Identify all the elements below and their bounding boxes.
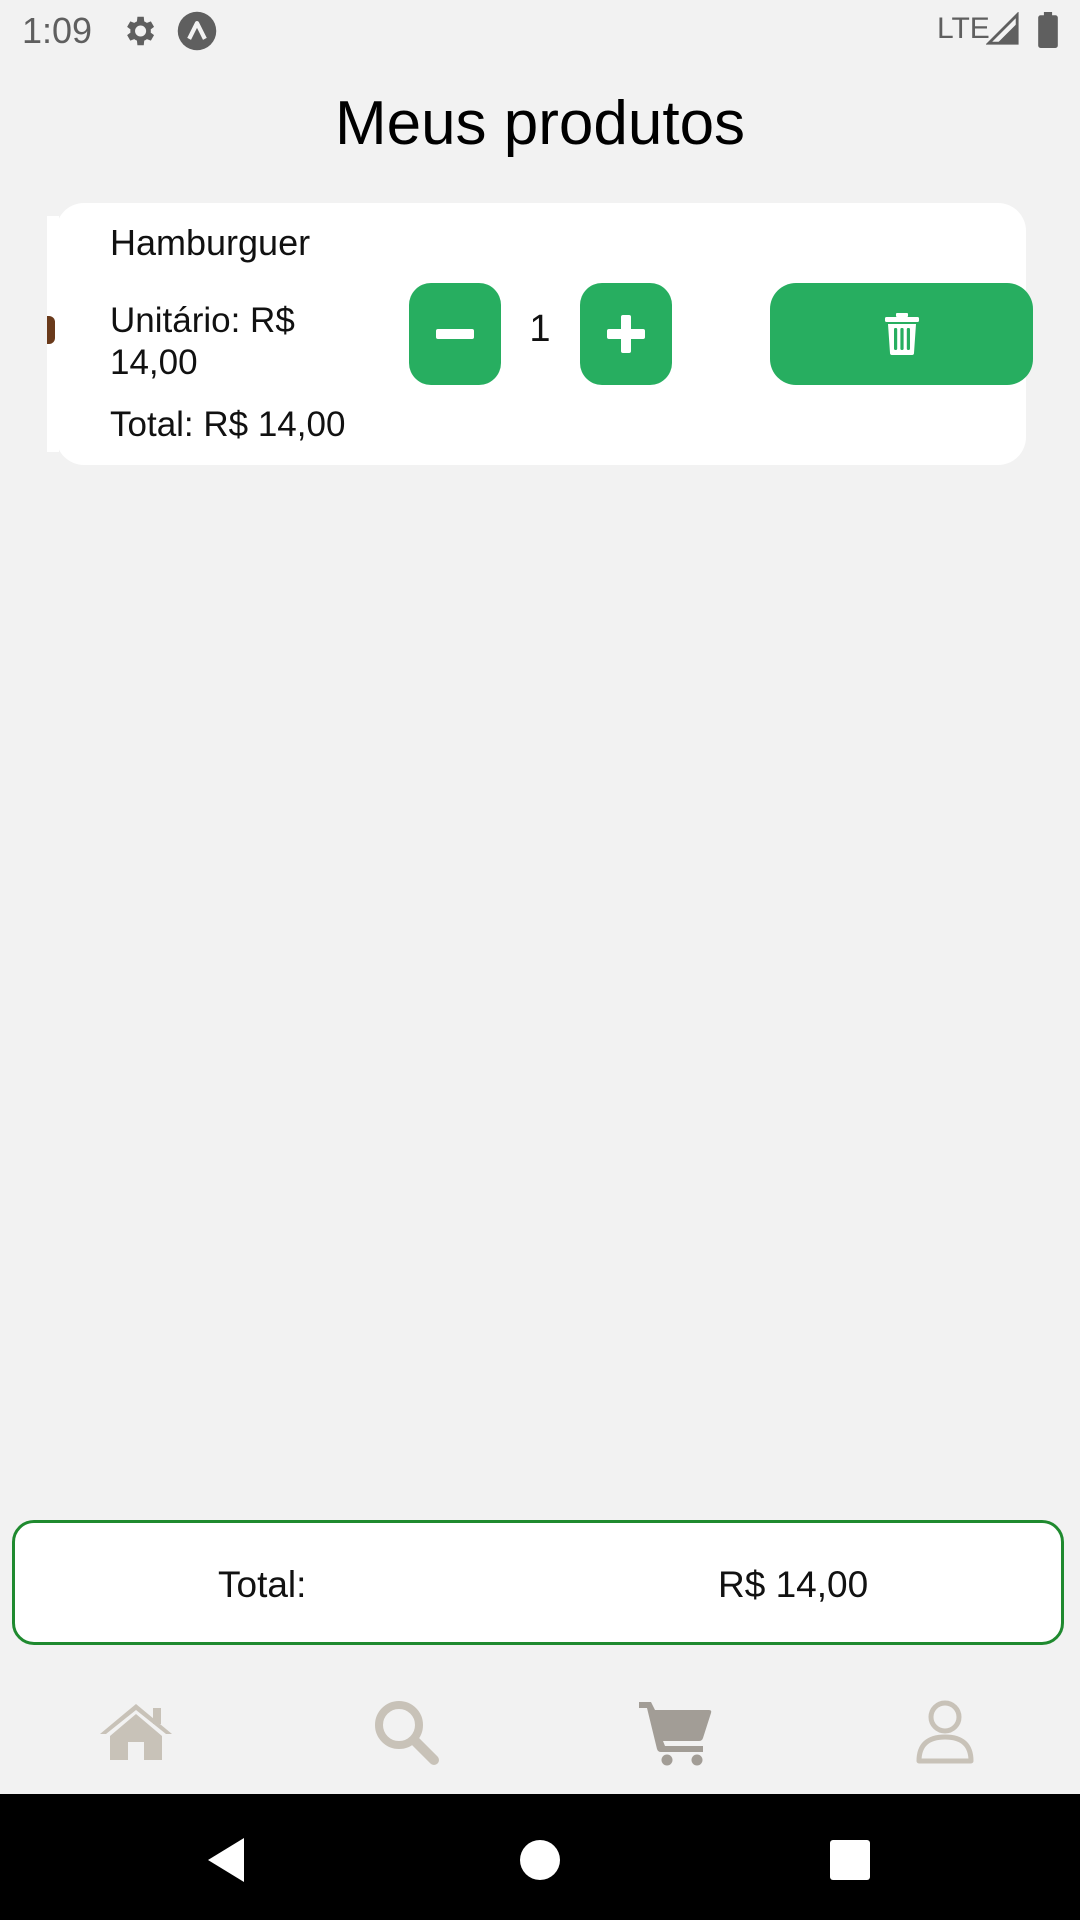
search-icon	[375, 1701, 439, 1765]
profile-icon	[916, 1700, 974, 1764]
remove-item-button[interactable]	[770, 283, 1033, 385]
nav-profile[interactable]	[900, 1692, 990, 1772]
nav-cart[interactable]	[630, 1692, 720, 1772]
signal-icon	[986, 12, 1019, 45]
order-total-box	[12, 1520, 1064, 1645]
nav-home[interactable]	[91, 1692, 181, 1772]
order-total-label: Total:	[218, 1564, 307, 1605]
home-icon	[100, 1704, 172, 1760]
trash-icon	[884, 313, 919, 355]
product-line-total: Total: R$ 14,00	[110, 405, 346, 444]
system-navigation-bar	[0, 1794, 1080, 1920]
order-total-value: R$ 14,00	[718, 1564, 869, 1605]
status-bar: 1:09 LTE	[0, 0, 1080, 62]
page-title: Meus produtos	[334, 89, 746, 158]
cart-icon	[639, 1702, 712, 1766]
status-time: 1:09	[22, 10, 93, 51]
app-indicator-icon	[177, 11, 217, 51]
recents-icon[interactable]	[820, 1830, 880, 1890]
product-unit-price: Unitário: R$ 14,00	[110, 301, 295, 382]
product-image-fragment	[47, 316, 55, 344]
gear-icon	[127, 16, 155, 46]
back-icon[interactable]	[196, 1830, 256, 1890]
home-circle-icon[interactable]	[510, 1830, 570, 1890]
product-name: Hamburguer	[110, 222, 311, 263]
quantity-value: 1	[529, 308, 551, 350]
minus-icon	[436, 329, 474, 339]
network-type: LTE	[937, 12, 990, 45]
battery-icon	[1038, 12, 1058, 48]
decrease-quantity-button[interactable]	[409, 283, 501, 385]
plus-icon	[607, 315, 645, 353]
increase-quantity-button[interactable]	[580, 283, 672, 385]
nav-search[interactable]	[361, 1692, 451, 1772]
